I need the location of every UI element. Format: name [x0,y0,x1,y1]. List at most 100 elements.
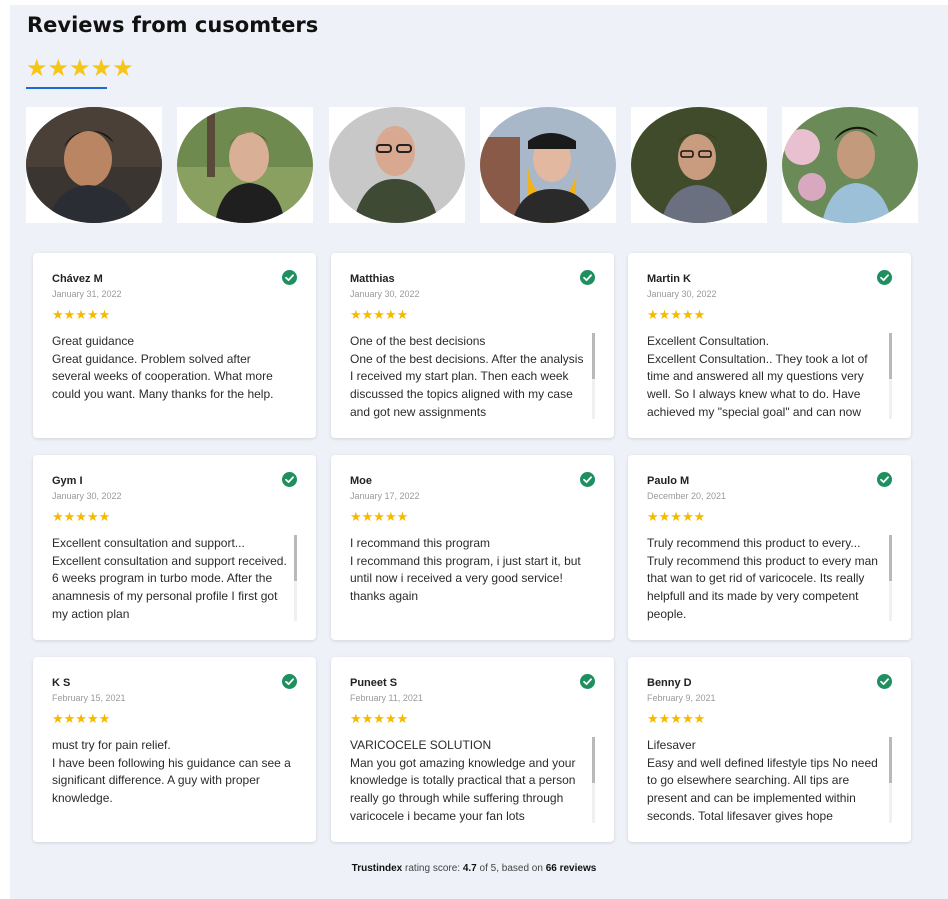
page-title: Reviews from cusomters [27,13,319,37]
review-text-area[interactable]: VARICOCELE SOLUTION Man you got amazing k… [350,737,590,823]
customer-avatar [631,107,767,223]
review-title: Excellent consultation and support... [52,536,245,550]
review-stars: ★★★★★ [647,308,706,323]
review-text: Easy and well defined lifestyle tips No … [647,755,878,823]
scrollbar-thumb[interactable] [294,535,297,581]
review-text: Man you got amazing knowledge and your k… [350,755,576,823]
verified-check-icon [282,472,297,487]
verified-check-icon [877,270,892,285]
review-count: 66 reviews [545,863,597,874]
review-date: January 30, 2022 [52,491,122,501]
review-stars: ★★★★★ [647,712,706,727]
review-date: February 15, 2021 [52,693,126,703]
verified-check-icon [580,472,595,487]
verified-check-icon [580,270,595,285]
verified-check-icon [282,270,297,285]
review-text-area: I recommand this program I recommand this… [350,535,590,621]
avatar-photo-2 [177,107,313,223]
reviewer-name: K S [52,677,71,689]
review-text-area[interactable]: Lifesaver Easy and well defined lifestyle… [647,737,887,823]
overall-rating-stars: ★★★★★ [26,54,134,82]
review-card: Paulo M December 20, 2021 ★★★★★ Truly recom… [628,455,911,640]
review-stars: ★★★★★ [52,712,111,727]
customer-avatar [782,107,918,223]
review-date: February 11, 2021 [350,693,423,703]
review-text-area[interactable]: Excellent Consultation. Excellent Consult… [647,333,887,419]
review-title: Lifesaver [647,738,696,752]
rating-score: 4.7 [462,863,477,874]
customer-avatar [26,107,162,223]
review-text-area: must try for pain relief. I have been fol… [52,737,292,823]
review-text-area: Great guidance Great guidance. Problem so… [52,333,292,419]
review-title: must try for pain relief. [52,738,171,752]
reviewer-name: Matthias [350,273,395,285]
review-text: Excellent Consultation.. They took a lot… [647,351,868,419]
verified-check-icon [580,674,595,689]
review-text: Great guidance. Problem solved after sev… [52,351,274,402]
review-title: Excellent Consultation. [647,334,770,348]
review-text: Excellent consultation and support recei… [52,553,287,621]
review-card: Moe January 17, 2022 ★★★★★ I recommand this… [331,455,614,640]
review-scrollbar[interactable] [889,333,892,419]
scrollbar-thumb[interactable] [592,737,595,783]
review-card: Matthias January 30, 2022 ★★★★★ One of the … [331,253,614,438]
review-text-area[interactable]: Excellent consultation and support... Exc… [52,535,292,621]
reviewer-name: Gym I [52,475,83,487]
review-text: I recommand this program, i just start i… [350,553,581,604]
review-date: January 30, 2022 [350,289,420,299]
avatar-photo-3 [329,107,465,223]
review-card: Chávez M January 31, 2022 ★★★★★ Great guida… [33,253,316,438]
review-text: Truly recommend this product to every ma… [647,553,878,621]
reviewer-name: Martin K [647,273,691,285]
rating-summary: Trustindex rating score: 4.7 of 5, based… [0,863,948,874]
reviewer-name: Puneet S [350,677,398,689]
trustindex-brand: Trustindex [351,863,403,874]
review-date: January 30, 2022 [647,289,717,299]
scrollbar-thumb[interactable] [592,333,595,379]
reviewer-name: Benny D [647,677,692,689]
reviewer-name: Chávez M [52,273,103,285]
review-text: One of the best decisions. After the ana… [350,351,584,419]
review-stars: ★★★★★ [350,712,409,727]
review-stars: ★★★★★ [52,510,111,525]
review-date: January 17, 2022 [350,491,420,501]
verified-check-icon [877,674,892,689]
summary-text-2: of 5, based on [476,863,546,874]
review-scrollbar[interactable] [592,333,595,419]
review-text-area[interactable]: One of the best decisions One of the best… [350,333,590,419]
scrollbar-thumb[interactable] [889,535,892,581]
review-scrollbar[interactable] [294,535,297,621]
review-stars: ★★★★★ [350,308,409,323]
review-title: VARICOCELE SOLUTION [350,738,492,752]
review-scrollbar[interactable] [592,737,595,823]
review-title: I recommand this program [350,536,491,550]
review-text-area[interactable]: Truly recommend this product to every...… [647,535,887,621]
avatar-photo-5 [631,107,767,223]
review-title: Great guidance [52,334,135,348]
customer-avatar [480,107,616,223]
review-card: Gym I January 30, 2022 ★★★★★ Excellent cons… [33,455,316,640]
customer-avatar [329,107,465,223]
verified-check-icon [877,472,892,487]
review-date: February 9, 2021 [647,693,716,703]
review-card: Benny D February 9, 2021 ★★★★★ Lifesaver Eas… [628,657,911,842]
review-stars: ★★★★★ [647,510,706,525]
review-card: Martin K January 30, 2022 ★★★★★ Excellent C… [628,253,911,438]
verified-check-icon [282,674,297,689]
review-date: January 31, 2022 [52,289,122,299]
review-card: Puneet S February 11, 2021 ★★★★★ VARICOCELE… [331,657,614,842]
review-title: One of the best decisions [350,334,486,348]
scrollbar-thumb[interactable] [889,333,892,379]
review-stars: ★★★★★ [350,510,409,525]
reviewer-name: Moe [350,475,372,487]
review-card: K S February 15, 2021 ★★★★★ must try for pa… [33,657,316,842]
avatar-photo-6 [782,107,918,223]
review-title: Truly recommend this product to every... [647,536,861,550]
review-date: December 20, 2021 [647,491,727,501]
scrollbar-thumb[interactable] [889,737,892,783]
avatar-photo-4 [480,107,616,223]
review-scrollbar[interactable] [889,737,892,823]
avatar-photo-1 [26,107,162,223]
customer-avatar [177,107,313,223]
review-scrollbar[interactable] [889,535,892,621]
